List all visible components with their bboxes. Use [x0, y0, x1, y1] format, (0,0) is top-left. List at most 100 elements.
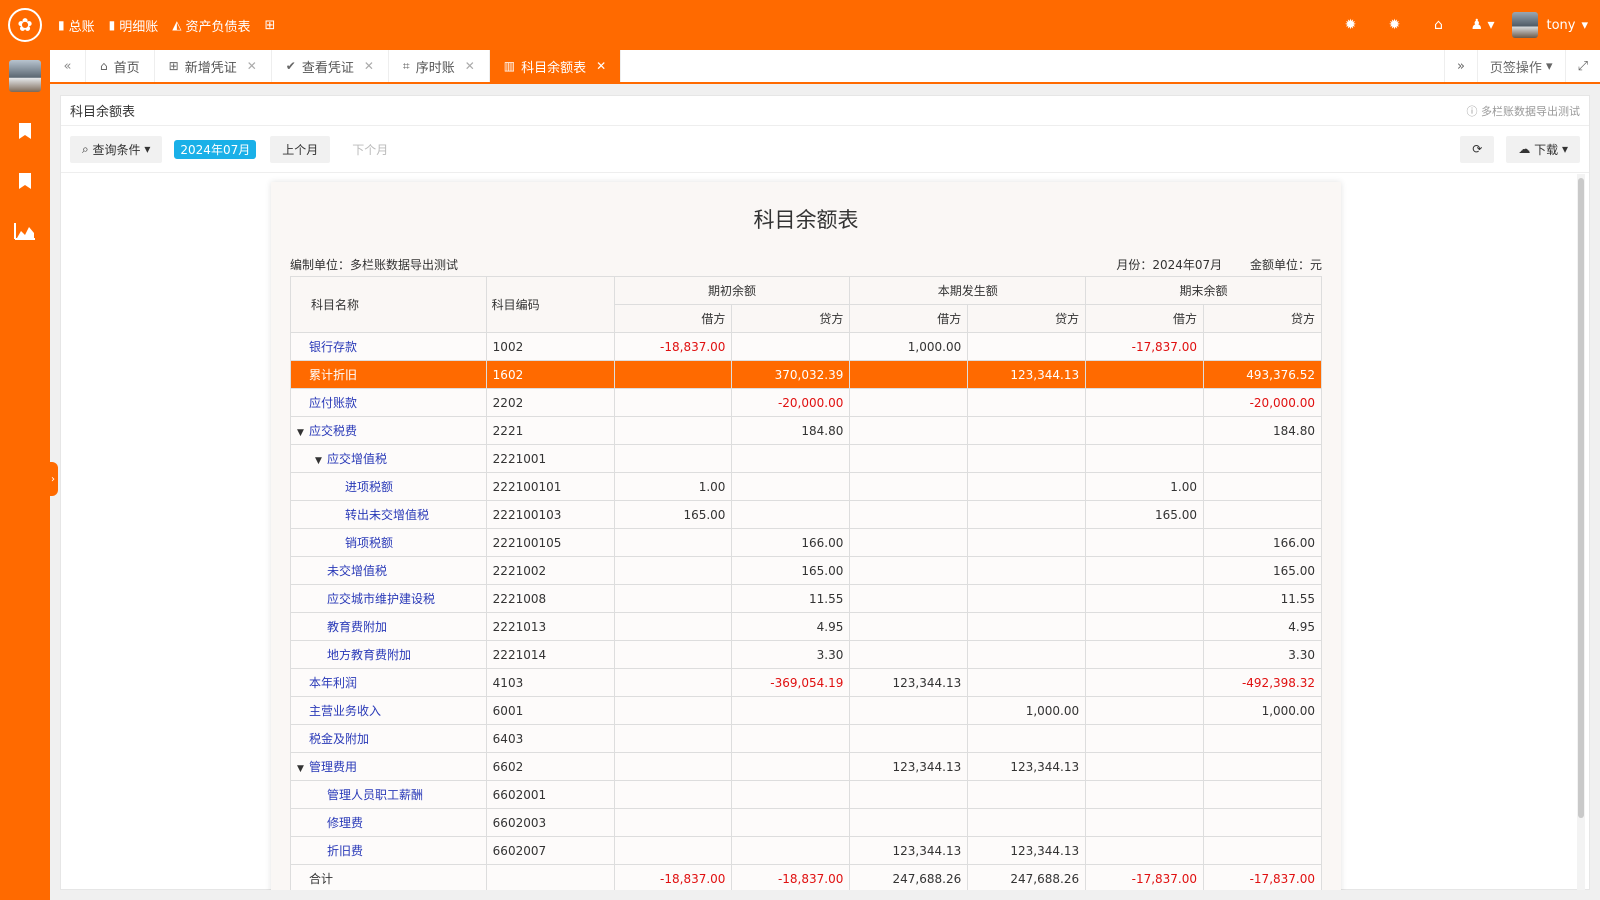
table-row[interactable]: 折旧费 6602007 123,344.13 123,344.13 [290, 836, 1322, 865]
query-conditions-button[interactable]: ⌕ 查询条件 ▾ [70, 135, 163, 163]
bookmark-icon[interactable] [0, 106, 50, 156]
prev-month-button[interactable]: 上个月 [270, 135, 331, 163]
tabs-scroll-left-icon[interactable]: « [50, 50, 86, 82]
table-row[interactable]: ▼ 应交增值税 2221001 [290, 444, 1322, 473]
opening-credit-cell: 184.80 [731, 416, 851, 445]
user-menu-icon[interactable]: ♟ ▾ [1460, 17, 1504, 33]
opening-credit-cell [731, 752, 851, 781]
top-nav-item-2[interactable]: ◭ 资产负债表 [172, 16, 250, 35]
account-code-cell: 6001 [485, 696, 615, 725]
caret-down-icon[interactable]: ▼ [297, 764, 309, 774]
user-menu[interactable]: tony ▾ [1512, 12, 1588, 38]
table-row[interactable]: ▼ 管理费用 6602 123,344.13 123,344.13 [290, 752, 1322, 781]
table-row[interactable]: 未交增值税 2221002 165.00 165.00 [290, 556, 1322, 585]
sidebar-collapse-toggle[interactable]: › [48, 462, 58, 496]
table-row[interactable]: ▼ 应交税费 2221 184.80 184.80 [290, 416, 1322, 445]
refresh-button[interactable]: ⟳ [1460, 135, 1495, 163]
account-code-cell: 6403 [485, 724, 615, 753]
tab-3[interactable]: ⌗ 序时账 ✕ [389, 50, 490, 82]
account-name-cell[interactable]: 应交城市维护建设税 [290, 584, 487, 613]
account-name-cell[interactable]: 本年利润 [290, 668, 487, 697]
grid-icon[interactable]: ⊞ [265, 16, 276, 35]
table-row[interactable]: 税金及附加 6403 [290, 724, 1322, 753]
period-credit-cell [967, 724, 1087, 753]
account-name-cell[interactable]: 税金及附加 [290, 724, 487, 753]
app-logo[interactable]: ✿ [8, 8, 42, 42]
table-row[interactable]: 销项税额 222100105 166.00 166.00 [290, 528, 1322, 557]
table-row[interactable]: 转出未交增值税 222100103 165.00 165.00 [290, 500, 1322, 529]
account-name-cell[interactable]: 折旧费 [290, 836, 487, 865]
account-name-cell[interactable]: 销项税额 [290, 528, 487, 557]
account-name-cell[interactable]: 累计折旧 [290, 360, 487, 389]
home-icon[interactable]: ⌂ [1416, 17, 1460, 33]
top-nav-item-0[interactable]: ▮ 总账 [58, 16, 95, 35]
account-code-cell: 222100105 [485, 528, 615, 557]
top-nav-label: 总账 [68, 19, 95, 35]
vertical-scrollbar[interactable] [1577, 174, 1585, 890]
bookmark-icon[interactable] [0, 156, 50, 206]
tab-4[interactable]: ▥ 科目余额表 ✕ [489, 50, 622, 82]
table-row[interactable]: 进项税额 222100101 1.00 1.00 [290, 472, 1322, 501]
top-nav-item-1[interactable]: ▮ 明细账 [109, 16, 159, 35]
theme-icon[interactable]: ✹ [1328, 17, 1372, 33]
tab-1[interactable]: ⊞ 新增凭证 ✕ [155, 50, 272, 82]
period-debit-cell [849, 808, 969, 837]
caret-down-icon[interactable]: ▼ [315, 456, 327, 466]
account-name-cell[interactable]: ▼ 应交增值税 [290, 444, 487, 473]
account-name-cell[interactable]: 应付账款 [290, 388, 487, 417]
next-month-button[interactable]: 下个月 [340, 136, 400, 163]
account-name-cell[interactable]: 地方教育费附加 [290, 640, 487, 669]
total-row[interactable]: 合计 -18,837.00 -18,837.00 247,688.26 247,688.… [290, 864, 1322, 890]
report-scroll-area[interactable]: 科目余额表 编制单位：多栏账数据导出测试 月份：2024年07月 金额单位：元 [61, 174, 1589, 890]
tabs-scroll-right-icon[interactable]: » [1443, 50, 1477, 82]
settings-icon[interactable]: ✹ [1372, 17, 1416, 33]
opening-debit-cell [613, 640, 733, 669]
panel-tip-text: 多栏账数据导出测试 [1481, 104, 1580, 118]
crop-icon: ⌗ [402, 58, 410, 73]
download-button[interactable]: ☁ 下载 ▾ [1506, 135, 1580, 163]
col-header-credit: 贷方 [731, 304, 851, 333]
period-credit-cell: 123,344.13 [967, 836, 1087, 865]
account-name: 累计折旧 [309, 368, 358, 382]
account-name-cell[interactable]: 教育费附加 [290, 612, 487, 641]
account-name-cell[interactable]: 进项税额 [290, 472, 487, 501]
table-row[interactable]: 应交城市维护建设税 2221008 11.55 11.55 [290, 584, 1322, 613]
table-row[interactable]: 地方教育费附加 2221014 3.30 3.30 [290, 640, 1322, 669]
table-row[interactable]: 修理费 6602003 [290, 808, 1322, 837]
closing-credit-cell: -20,000.00 [1203, 388, 1322, 417]
scrollbar-thumb[interactable] [1578, 178, 1584, 818]
account-name-cell[interactable]: 修理费 [290, 808, 487, 837]
account-name-cell[interactable]: 银行存款 [290, 332, 487, 361]
closing-debit-cell [1085, 388, 1205, 417]
tab-2[interactable]: ✔ 查看凭证 ✕ [272, 50, 389, 82]
area-chart-icon[interactable] [0, 206, 50, 256]
period-credit-cell: 247,688.26 [967, 864, 1087, 890]
tab-0[interactable]: ⌂ 首页 [86, 50, 155, 82]
fullscreen-icon[interactable]: ⤢ [1564, 50, 1600, 82]
account-name-cell[interactable]: ▼ 管理费用 [290, 752, 487, 781]
tab-actions-dropdown[interactable]: 页签操作 ▾ [1476, 50, 1565, 82]
table-row[interactable]: 银行存款 1002 -18,837.00 1,000.00 -17,837.00 [290, 332, 1322, 361]
period-debit-cell [849, 724, 969, 753]
sidebar-avatar[interactable] [9, 60, 41, 92]
opening-credit-cell [731, 332, 851, 361]
table-row[interactable]: 教育费附加 2221013 4.95 4.95 [290, 612, 1322, 641]
table-row[interactable]: 主营业务收入 6001 1,000.00 1,000.00 [290, 696, 1322, 725]
caret-down-icon[interactable]: ▼ [297, 428, 309, 438]
table-row[interactable]: 应付账款 2202 -20,000.00 -20,000.00 [290, 388, 1322, 417]
account-name-cell[interactable]: 管理人员职工薪酬 [290, 780, 487, 809]
opening-credit-cell: 11.55 [731, 584, 851, 613]
close-icon[interactable]: ✕ [596, 59, 606, 73]
close-icon[interactable]: ✕ [364, 59, 374, 73]
account-name-cell[interactable]: 未交增值税 [290, 556, 487, 585]
account-name-cell[interactable]: ▼ 应交税费 [290, 416, 487, 445]
account-name-cell[interactable]: 转出未交增值税 [290, 500, 487, 529]
table-row[interactable]: 累计折旧 1602 370,032.39 123,344.13 493,376.52 [290, 360, 1322, 389]
close-icon[interactable]: ✕ [247, 59, 257, 73]
table-row[interactable]: 管理人员职工薪酬 6602001 [290, 780, 1322, 809]
table-row[interactable]: 本年利润 4103 -369,054.19 123,344.13 -492,398.32 [290, 668, 1322, 697]
month-badge[interactable]: 2024年07月 [174, 139, 257, 159]
close-icon[interactable]: ✕ [465, 59, 475, 73]
account-name-cell[interactable]: 主营业务收入 [290, 696, 487, 725]
period-debit-cell [849, 388, 969, 417]
